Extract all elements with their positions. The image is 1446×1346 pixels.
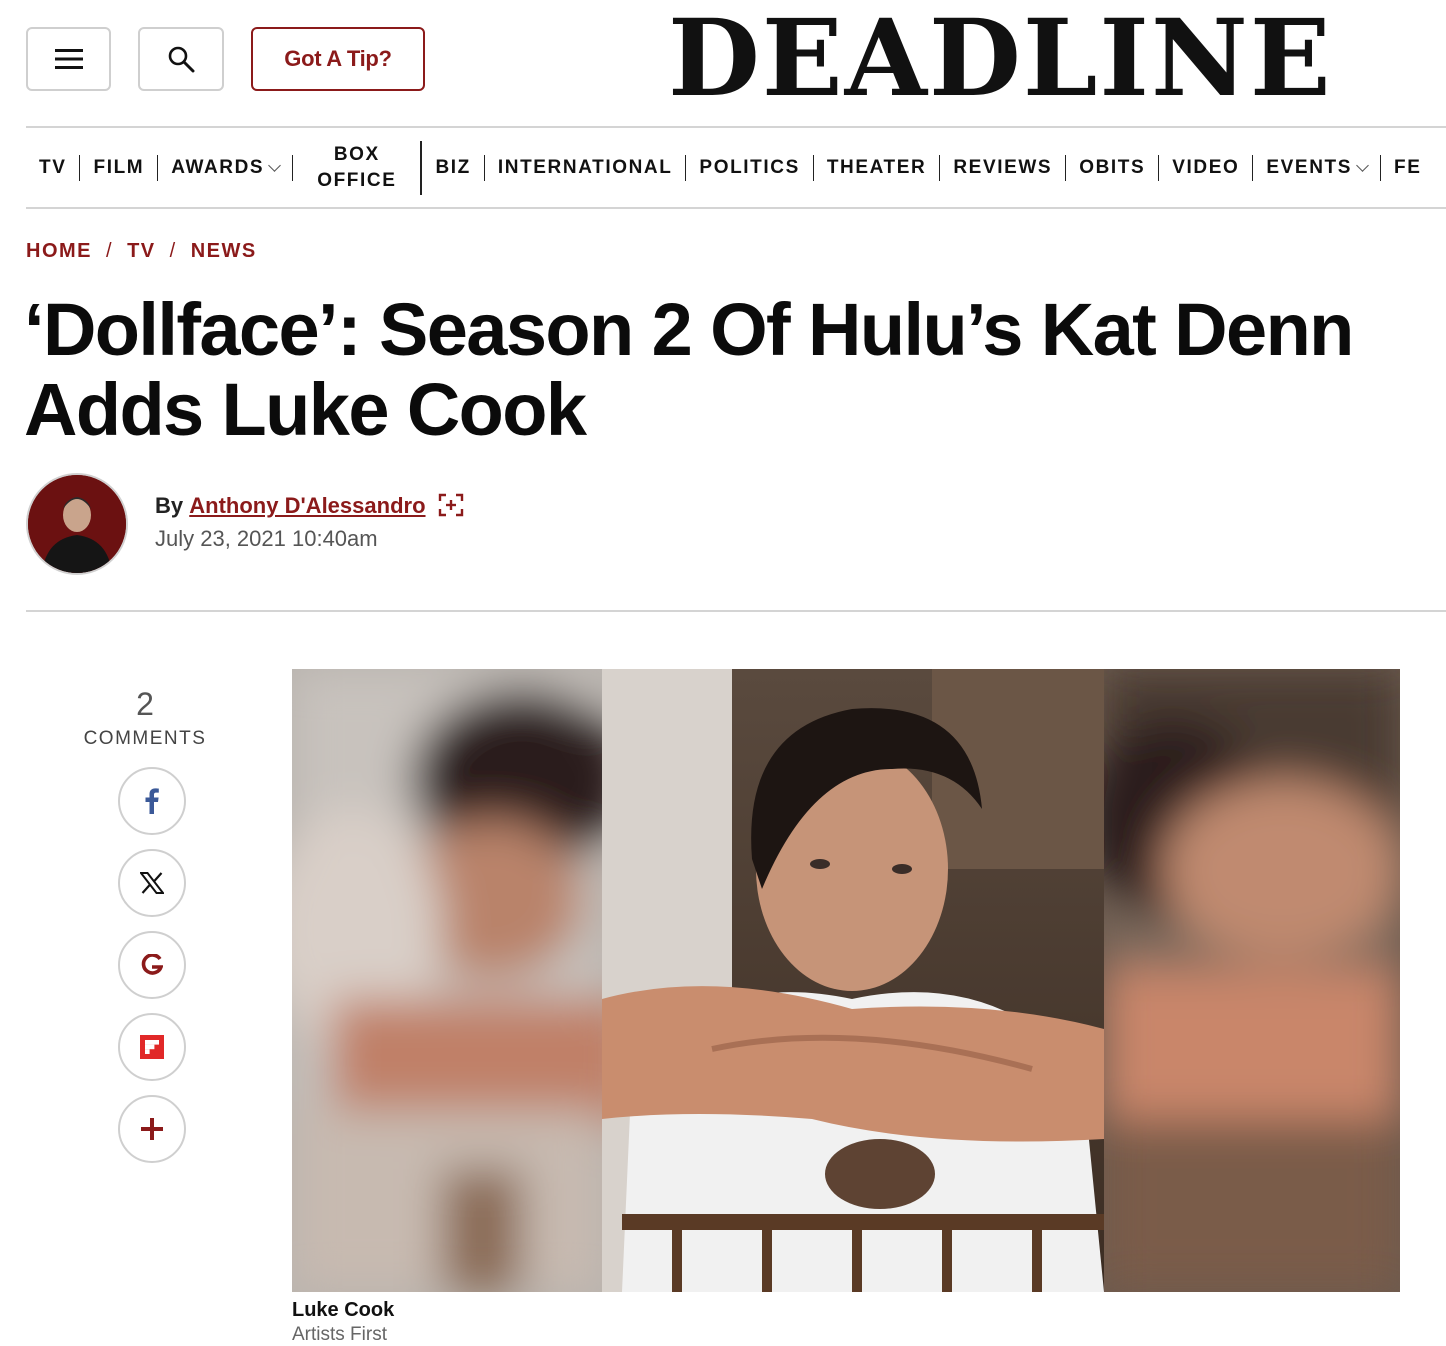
breadcrumb-home[interactable]: HOME: [26, 240, 92, 263]
share-facebook-button[interactable]: [118, 767, 186, 835]
menu-button[interactable]: [26, 27, 111, 91]
nav-divider: [26, 207, 1446, 209]
site-logo[interactable]: DEADLINE: [668, 2, 1328, 114]
share-flipboard-button[interactable]: [118, 1013, 186, 1081]
search-icon: [168, 46, 195, 73]
nav-item-events-label: EVENTS: [1266, 157, 1352, 178]
search-button[interactable]: [138, 27, 224, 91]
facebook-icon: [145, 788, 159, 814]
nav-item-events[interactable]: EVENTS: [1253, 156, 1380, 180]
nav-item-film[interactable]: FILM: [80, 156, 157, 180]
comment-count-label: COMMENTS: [83, 728, 207, 749]
nav-item-fe[interactable]: FE: [1381, 156, 1434, 180]
nav-item-tv[interactable]: TV: [26, 156, 79, 180]
main-nav: TV FILM AWARDS BOX OFFICE BIZ INTERNATIO…: [26, 140, 1446, 196]
headline-line-1: ‘Dollface’: Season 2 Of Hulu’s Kat Denn: [24, 290, 1354, 371]
breadcrumb-tv[interactable]: TV: [127, 240, 156, 263]
publish-date: July 23, 2021 10:40am: [155, 526, 378, 551]
plus-icon: [141, 1118, 163, 1140]
nav-item-reviews[interactable]: REVIEWS: [940, 156, 1065, 180]
byline: By Anthony D'Alessandro: [155, 492, 464, 520]
hamburger-icon: [54, 49, 83, 69]
nav-item-box-office-line2: OFFICE: [317, 170, 397, 191]
byline-divider: [26, 610, 1446, 612]
more-share-options-button[interactable]: [118, 1095, 186, 1163]
nav-item-obits[interactable]: OBITS: [1066, 156, 1158, 180]
nav-item-theater[interactable]: THEATER: [814, 156, 940, 180]
follow-author-icon[interactable]: [438, 493, 464, 517]
breadcrumb-news[interactable]: NEWS: [191, 240, 257, 263]
breadcrumb-separator: /: [106, 239, 114, 262]
nav-item-awards[interactable]: AWARDS: [158, 156, 292, 180]
author-avatar[interactable]: [26, 473, 128, 575]
nav-item-politics[interactable]: POLITICS: [686, 156, 812, 180]
share-x-button[interactable]: [118, 849, 186, 917]
share-google-button[interactable]: [118, 931, 186, 999]
nav-item-box-office[interactable]: BOX OFFICE: [293, 142, 420, 194]
nav-item-international[interactable]: INTERNATIONAL: [485, 156, 686, 180]
image-credit: Artists First: [292, 1324, 387, 1345]
featured-image-graphic: [292, 669, 1400, 1292]
breadcrumb-separator: /: [169, 239, 177, 262]
byline-prefix: By: [155, 493, 184, 518]
got-a-tip-button[interactable]: Got A Tip?: [251, 27, 425, 91]
breadcrumb: HOME / TV / NEWS: [26, 238, 257, 264]
article-headline: ‘Dollface’: Season 2 Of Hulu’s Kat Denn …: [24, 290, 1446, 450]
chevron-down-icon: [1356, 158, 1369, 172]
header-divider: [26, 126, 1446, 128]
comment-count[interactable]: 2: [80, 686, 210, 723]
nav-item-box-office-line1: BOX: [333, 144, 380, 165]
google-icon: [141, 954, 163, 975]
chevron-down-icon: [268, 158, 282, 172]
author-link[interactable]: Anthony D'Alessandro: [189, 493, 425, 518]
nav-item-awards-label: AWARDS: [171, 157, 265, 178]
image-caption: Luke Cook: [292, 1299, 395, 1321]
x-icon: [140, 872, 164, 894]
nav-item-biz[interactable]: BIZ: [422, 156, 483, 180]
headline-line-2: Adds Luke Cook: [24, 368, 587, 450]
featured-image: [292, 669, 1400, 1292]
nav-item-video[interactable]: VIDEO: [1159, 156, 1252, 180]
flipboard-icon: [140, 1035, 164, 1059]
author-photo: [28, 475, 126, 573]
